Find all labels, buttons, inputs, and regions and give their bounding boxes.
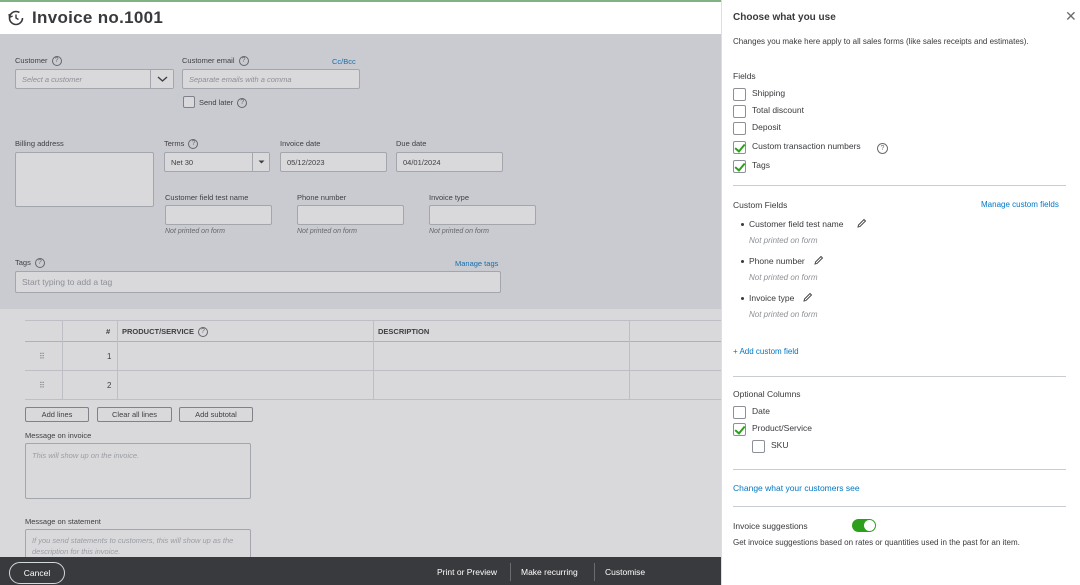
pencil-icon[interactable] [802,292,813,303]
tags-label: Tags [752,160,770,170]
section-divider [733,185,1066,186]
shipping-checkbox[interactable] [733,88,746,101]
fields-heading: Fields [733,71,756,81]
manage-custom-fields-link[interactable]: Manage custom fields [981,200,1059,209]
total-discount-checkbox[interactable] [733,105,746,118]
product-service-column-label: Product/Service [752,423,812,433]
make-recurring-button[interactable]: Make recurring [521,567,578,577]
section-divider [733,376,1066,377]
cancel-button[interactable]: Cancel [9,562,65,584]
date-column-label: Date [752,406,770,416]
close-icon[interactable]: ✕ [1065,9,1077,23]
tags-checkbox[interactable] [733,160,746,173]
add-custom-field-link[interactable]: + Add custom field [733,347,799,356]
bullet [741,260,744,263]
custom-field-name: Phone number [749,256,805,266]
footer-divider [510,563,511,581]
section-divider [733,506,1066,507]
customise-button[interactable]: Customise [605,567,645,577]
date-column-checkbox[interactable] [733,406,746,419]
invoice-suggestions-description: Get invoice suggestions based on rates o… [733,538,1020,547]
optional-columns-heading: Optional Columns [733,389,801,399]
panel-title: Choose what you use [733,12,836,23]
product-service-column-checkbox[interactable] [733,423,746,436]
print-preview-button[interactable]: Print or Preview [437,567,497,577]
customize-panel: Choose what you use ✕ Changes you make h… [721,0,1080,585]
invoice-suggestions-heading: Invoice suggestions [733,521,808,531]
section-divider [733,469,1066,470]
change-customers-see-link[interactable]: Change what your customers see [733,483,860,493]
bullet [741,297,744,300]
deposit-label: Deposit [752,122,781,132]
not-printed-note: Not printed on form [749,273,818,282]
help-icon[interactable]: ? [877,143,888,154]
custom-transaction-numbers-label: Custom transaction numbers [752,141,861,151]
not-printed-note: Not printed on form [749,236,818,245]
custom-transaction-numbers-checkbox[interactable] [733,141,746,154]
total-discount-label: Total discount [752,105,804,115]
modal-dim-overlay[interactable] [0,34,721,557]
pencil-icon[interactable] [856,218,867,229]
panel-description: Changes you make here apply to all sales… [733,37,1029,46]
sku-column-checkbox[interactable] [752,440,765,453]
footer-divider [594,563,595,581]
history-icon[interactable] [7,9,25,27]
deposit-checkbox[interactable] [733,122,746,135]
not-printed-note: Not printed on form [749,310,818,319]
custom-field-name: Customer field test name [749,219,844,229]
invoice-suggestions-toggle[interactable] [852,519,876,532]
pencil-icon[interactable] [813,255,824,266]
custom-fields-heading: Custom Fields [733,200,788,210]
footer-bar: Cancel Print or Preview Make recurring C… [0,557,721,585]
bullet [741,223,744,226]
sku-column-label: SKU [771,440,789,450]
page-title: Invoice no.1001 [32,8,164,27]
shipping-label: Shipping [752,88,786,98]
custom-field-name: Invoice type [749,293,795,303]
toggle-knob [864,520,875,531]
